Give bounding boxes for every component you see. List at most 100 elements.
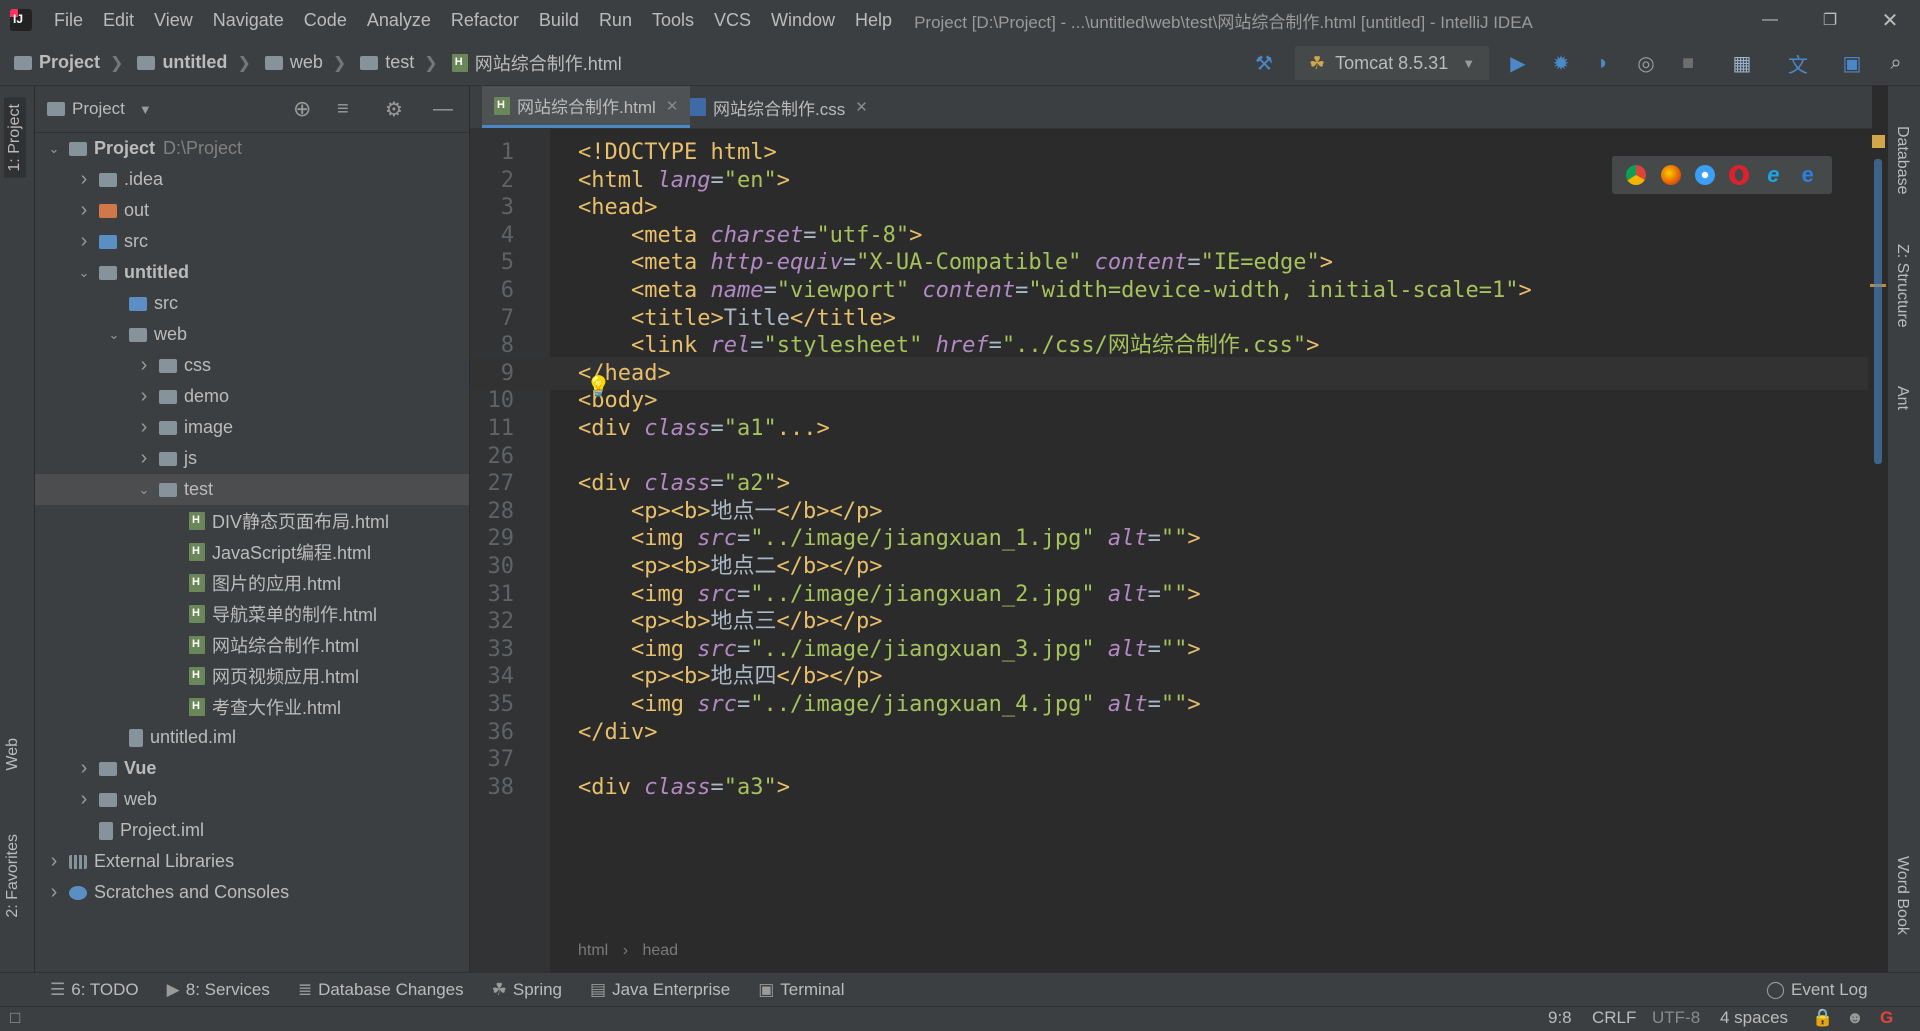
edge-icon[interactable]: e [1798,164,1818,186]
menu-help[interactable]: Help [845,10,902,31]
toggle-tool-windows-icon[interactable]: □ [10,1008,20,1028]
menu-refactor[interactable]: Refactor [441,10,529,31]
caret-position[interactable]: 9:8 [1548,1008,1572,1028]
warning-marker-icon[interactable] [1872,135,1885,148]
google-icon[interactable]: G [1880,1008,1893,1028]
intention-bulb-icon[interactable]: 💡 [586,374,611,399]
tool-tab-word-book[interactable]: Word Book [1893,856,1911,935]
chevron-down-icon[interactable]: ⌄ [47,141,61,157]
breadcrumb-project[interactable]: Project ❯ [14,52,123,73]
menu-edit[interactable]: Edit [93,10,144,31]
menu-code[interactable]: Code [294,10,357,31]
tab-html-file[interactable]: 网站综合制作.html ✕ [482,86,691,128]
event-log-button[interactable]: ◯ Event Log [1766,980,1868,1000]
tree-item[interactable]: 导航菜单的制作.html [35,598,469,629]
menu-file[interactable]: File [44,10,93,31]
menu-window[interactable]: Window [761,10,845,31]
tree-item[interactable]: Project.iml [35,815,469,846]
chevron-right-icon[interactable]: › [77,788,91,811]
stop-icon[interactable]: ■ [1672,47,1704,79]
chevron-right-icon[interactable]: › [77,168,91,191]
menu-tools[interactable]: Tools [642,10,704,31]
breadcrumb-file[interactable]: 网站综合制作.html [451,50,622,76]
tree-item[interactable]: › demo [35,381,469,412]
search-icon[interactable]: ⌕ [1880,47,1912,79]
chevron-right-icon[interactable]: › [77,230,91,253]
bottom-tab-java-enterprise[interactable]: ▤ Java Enterprise [590,980,730,1000]
tree-item[interactable]: DIV静态页面布局.html [35,505,469,536]
chevron-right-icon[interactable]: › [47,850,61,873]
tree-item[interactable]: › Vue [35,753,469,784]
close-icon[interactable]: ✕ [1860,0,1920,40]
tool-tab-web[interactable]: Web [4,738,22,771]
minimize-icon[interactable]: — [1740,0,1800,40]
bottom-tab-services[interactable]: ▶ 8: Services [167,980,270,1000]
chevron-right-icon[interactable]: › [137,416,151,439]
tool-tab-project[interactable]: 1: Project [4,98,26,178]
ie-icon[interactable]: e [1763,164,1783,186]
menu-run[interactable]: Run [589,10,642,31]
firefox-icon[interactable] [1660,165,1681,185]
indent-setting[interactable]: 4 spaces [1720,1008,1788,1028]
tree-item[interactable]: src [35,288,469,319]
presentation-icon[interactable]: ▣ [1836,47,1868,79]
tree-item[interactable]: › External Libraries [35,846,469,877]
tool-tab-structure[interactable]: Z: Structure [1893,244,1911,328]
line-separator[interactable]: CRLF [1592,1008,1636,1028]
close-tab-icon[interactable]: ✕ [666,97,679,115]
chevron-right-icon[interactable]: › [137,385,151,408]
tree-item[interactable]: JavaScript编程.html [35,536,469,567]
menu-build[interactable]: Build [529,10,589,31]
tool-tab-ant[interactable]: Ant [1893,386,1911,410]
lock-icon[interactable]: 🔒 [1812,1008,1833,1028]
tool-tab-favorites[interactable]: 2: Favorites [4,834,22,918]
tree-item[interactable]: 网站综合制作.html [35,629,469,660]
debug-icon[interactable]: ✹ [1545,47,1577,79]
menu-view[interactable]: View [144,10,203,31]
restore-icon[interactable]: ❐ [1800,0,1860,40]
tree-item[interactable]: ⌄ web [35,319,469,350]
chevron-down-icon[interactable]: ▼ [139,102,152,117]
editor-scrollbar[interactable] [1870,129,1888,972]
tree-item[interactable]: › out [35,195,469,226]
menu-vcs[interactable]: VCS [704,10,761,31]
tree-item[interactable]: › .idea [35,164,469,195]
translate-icon[interactable]: 文 [1782,47,1814,79]
profile-icon[interactable]: ◎ [1630,47,1662,79]
breadcrumb-untitled[interactable]: untitled ❯ [137,52,251,73]
tree-item[interactable]: › src [35,226,469,257]
bottom-tab-todo[interactable]: ☰ 6: TODO [50,980,139,1000]
tree-item[interactable]: 图片的应用.html [35,567,469,598]
chevron-right-icon[interactable]: › [77,757,91,780]
tree-item[interactable]: 网页视频应用.html [35,660,469,691]
tree-item[interactable]: ⌄ Project D:\Project [35,133,469,164]
bottom-tab-terminal[interactable]: ▣ Terminal [758,980,844,1000]
menu-navigate[interactable]: Navigate [203,10,294,31]
chevron-down-icon[interactable]: ⌄ [77,265,91,281]
scroll-thumb[interactable] [1874,159,1882,464]
chevron-right-icon[interactable]: › [137,447,151,470]
chevron-right-icon[interactable]: › [77,199,91,222]
project-structure-icon[interactable]: ▦ [1726,47,1758,79]
tree-item[interactable]: ⌄ untitled [35,257,469,288]
breadcrumb-test[interactable]: test ❯ [360,52,438,73]
chevron-right-icon[interactable]: › [47,881,61,904]
chevron-down-icon[interactable]: ⌄ [107,327,121,343]
chrome-icon[interactable] [1626,165,1647,185]
tool-tab-database[interactable]: Database [1893,126,1911,195]
safari-icon[interactable] [1694,165,1715,185]
code-line[interactable]: 38 <div class="a3"> [470,771,1868,804]
project-panel-title[interactable]: Project [72,99,125,119]
close-tab-icon[interactable]: ✕ [855,98,868,116]
tree-item[interactable]: › Scratches and Consoles [35,877,469,908]
build-hammer-icon[interactable]: ⚒ [1248,47,1280,79]
menu-analyze[interactable]: Analyze [357,10,441,31]
gear-icon[interactable]: ⚙ [385,97,403,122]
coverage-icon[interactable]: ◗ [1587,47,1619,79]
chevron-down-icon[interactable]: ⌄ [137,482,151,498]
tab-css-file[interactable]: 网站综合制作.css ✕ [678,86,880,128]
tree-item[interactable]: › web [35,784,469,815]
tree-item[interactable]: › js [35,443,469,474]
breadcrumb-web[interactable]: web ❯ [264,52,346,73]
run-icon[interactable]: ▶ [1502,47,1534,79]
